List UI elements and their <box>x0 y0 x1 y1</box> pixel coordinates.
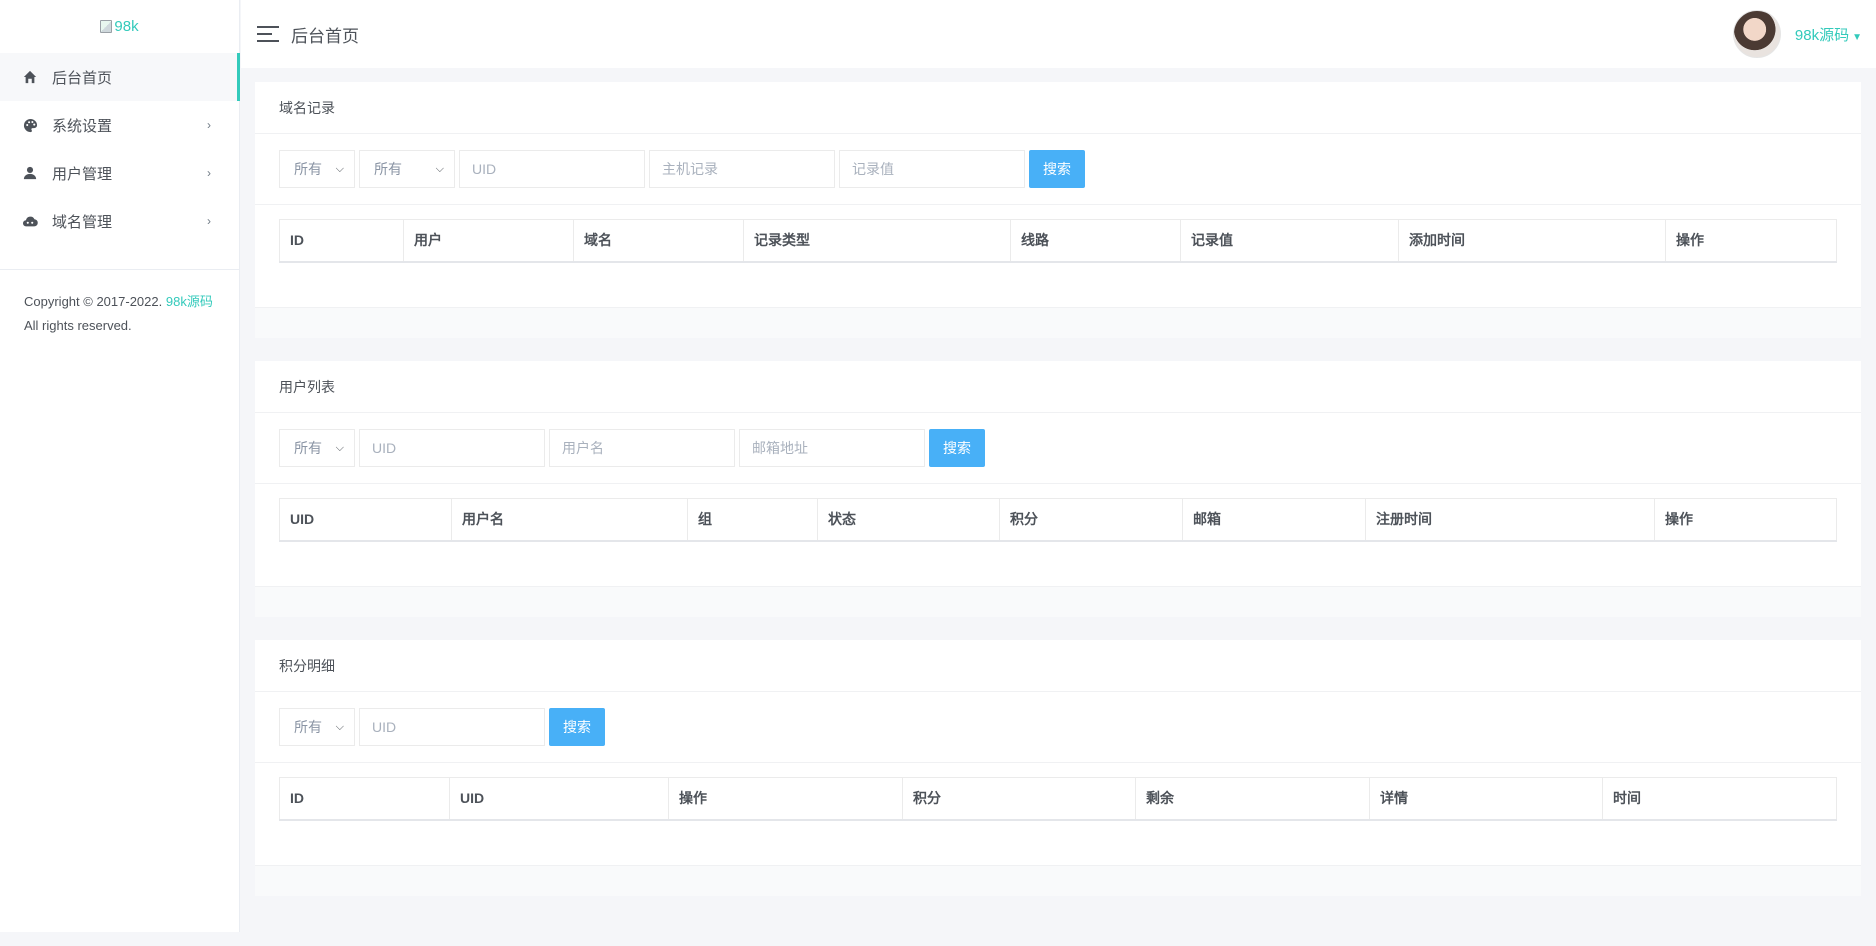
column-header[interactable]: 详情 <box>1369 777 1603 821</box>
points-filter-select[interactable]: 所有 ⌵ <box>279 708 355 746</box>
menu-toggle-icon[interactable] <box>257 26 279 42</box>
chevron-right-icon: › <box>207 166 211 180</box>
page-title: 后台首页 <box>291 26 359 46</box>
avatar[interactable] <box>1732 10 1781 58</box>
user-menu[interactable]: 98k源码 ▼ <box>1732 10 1862 58</box>
column-header[interactable]: 状态 <box>817 498 1000 542</box>
user-icon <box>22 165 38 181</box>
chevron-down-icon: ⌵ <box>335 162 344 175</box>
column-header[interactable]: ID <box>279 219 404 263</box>
sidebar-item-label: 域名管理 <box>52 213 113 231</box>
select-value: 所有 <box>374 161 402 177</box>
sidebar-item-domain-management[interactable]: 域名管理 › <box>0 197 239 245</box>
user-filter-toolbar: 所有 ⌵ 搜索 <box>255 413 1861 484</box>
sidebar-item-label: 用户管理 <box>52 165 113 183</box>
uid-input[interactable] <box>459 150 645 188</box>
column-header[interactable]: 线路 <box>1010 219 1181 263</box>
copyright: Copyright © 2017-2022. 98k源码 All rights … <box>0 270 239 358</box>
host-record-input[interactable] <box>649 150 835 188</box>
column-header[interactable]: 添加时间 <box>1398 219 1666 263</box>
domain-filter-select-2[interactable]: 所有 ⌵ <box>359 150 455 188</box>
points-filter-toolbar: 所有 ⌵ 搜索 <box>255 692 1861 763</box>
username-input[interactable] <box>549 429 735 467</box>
copyright-brand-link[interactable]: 98k源码 <box>166 294 213 309</box>
sidebar-item-user-management[interactable]: 用户管理 › <box>0 149 239 197</box>
column-header[interactable]: 组 <box>687 498 818 542</box>
user-search-button[interactable]: 搜索 <box>929 429 985 467</box>
domain-records-card: 域名记录 所有 ⌵ 所有 ⌵ 搜索 ID 用户 域名 记录类型 线路 记录值 添加时… <box>255 82 1861 338</box>
domain-table-wrap: ID 用户 域名 记录类型 线路 记录值 添加时间 操作 <box>255 205 1861 308</box>
domain-search-button[interactable]: 搜索 <box>1029 150 1085 188</box>
points-search-button[interactable]: 搜索 <box>549 708 605 746</box>
column-header[interactable]: 操作 <box>1665 219 1837 263</box>
card-title: 域名记录 <box>255 82 1861 134</box>
copyright-suffix: All rights reserved. <box>24 318 132 333</box>
username-label: 98k源码 <box>1794 26 1850 44</box>
select-value: 所有 <box>294 719 322 735</box>
user-table: UID 用户名 组 状态 积分 邮箱 注册时间 操作 <box>279 498 1837 542</box>
email-input[interactable] <box>739 429 925 467</box>
column-header[interactable]: 积分 <box>902 777 1136 821</box>
card-title: 用户列表 <box>255 361 1861 413</box>
chevron-right-icon: › <box>207 214 211 228</box>
card-footer <box>255 587 1861 617</box>
domain-filter-toolbar: 所有 ⌵ 所有 ⌵ 搜索 <box>255 134 1861 205</box>
card-footer <box>255 866 1861 896</box>
column-header[interactable]: 注册时间 <box>1365 498 1655 542</box>
select-value: 所有 <box>294 161 322 177</box>
home-icon <box>22 69 38 85</box>
column-header[interactable]: 时间 <box>1602 777 1837 821</box>
sidebar-item-dashboard[interactable]: 后台首页 <box>0 53 240 101</box>
domain-table: ID 用户 域名 记录类型 线路 记录值 添加时间 操作 <box>279 219 1837 263</box>
column-header[interactable]: UID <box>449 777 669 821</box>
cloud-icon <box>22 213 38 229</box>
card-title: 积分明细 <box>255 640 1861 692</box>
username-dropdown[interactable]: 98k源码 ▼ <box>1795 24 1862 45</box>
column-header[interactable]: UID <box>279 498 452 542</box>
column-header[interactable]: 域名 <box>573 219 744 263</box>
sidebar: 98k 后台首页 系统设置 › 用户管理 › 域名管理 › Copyright … <box>0 0 240 932</box>
palette-icon <box>22 117 38 133</box>
column-header[interactable]: 剩余 <box>1135 777 1370 821</box>
broken-image-icon: 98k <box>100 18 139 35</box>
points-table: ID UID 操作 积分 剩余 详情 时间 <box>279 777 1837 821</box>
caret-down-icon: ▼ <box>1852 31 1862 43</box>
logo-alt-text: 98k <box>114 18 139 35</box>
column-header[interactable]: ID <box>279 777 450 821</box>
column-header[interactable]: 操作 <box>668 777 903 821</box>
sidebar-item-label: 后台首页 <box>52 69 113 87</box>
logo[interactable]: 98k <box>0 0 239 53</box>
record-value-input[interactable] <box>839 150 1025 188</box>
column-header[interactable]: 积分 <box>999 498 1183 542</box>
uid-input[interactable] <box>359 708 545 746</box>
user-list-card: 用户列表 所有 ⌵ 搜索 UID 用户名 组 状态 积分 邮箱 注册时间 操作 <box>255 361 1861 617</box>
chevron-right-icon: › <box>207 118 211 132</box>
chevron-down-icon: ⌵ <box>335 720 344 733</box>
sidebar-item-system-settings[interactable]: 系统设置 › <box>0 101 239 149</box>
chevron-down-icon: ⌵ <box>435 162 444 175</box>
column-header[interactable]: 邮箱 <box>1182 498 1366 542</box>
column-header[interactable]: 操作 <box>1654 498 1837 542</box>
main-content: 域名记录 所有 ⌵ 所有 ⌵ 搜索 ID 用户 域名 记录类型 线路 记录值 添加时… <box>255 82 1861 919</box>
column-header[interactable]: 记录类型 <box>743 219 1011 263</box>
copyright-prefix: Copyright © 2017-2022. <box>24 294 163 309</box>
column-header[interactable]: 用户名 <box>451 498 688 542</box>
points-detail-card: 积分明细 所有 ⌵ 搜索 ID UID 操作 积分 剩余 详情 时间 <box>255 640 1861 896</box>
sidebar-nav: 后台首页 系统设置 › 用户管理 › 域名管理 › <box>0 53 240 245</box>
card-footer <box>255 308 1861 338</box>
topbar: 后台首页 98k源码 ▼ <box>241 0 1876 68</box>
column-header[interactable]: 用户 <box>403 219 574 263</box>
user-filter-select[interactable]: 所有 ⌵ <box>279 429 355 467</box>
user-table-wrap: UID 用户名 组 状态 积分 邮箱 注册时间 操作 <box>255 484 1861 587</box>
select-value: 所有 <box>294 440 322 456</box>
sidebar-item-label: 系统设置 <box>52 117 113 135</box>
chevron-down-icon: ⌵ <box>335 441 344 454</box>
column-header[interactable]: 记录值 <box>1180 219 1399 263</box>
points-table-wrap: ID UID 操作 积分 剩余 详情 时间 <box>255 763 1861 866</box>
domain-filter-select-1[interactable]: 所有 ⌵ <box>279 150 355 188</box>
uid-input[interactable] <box>359 429 545 467</box>
